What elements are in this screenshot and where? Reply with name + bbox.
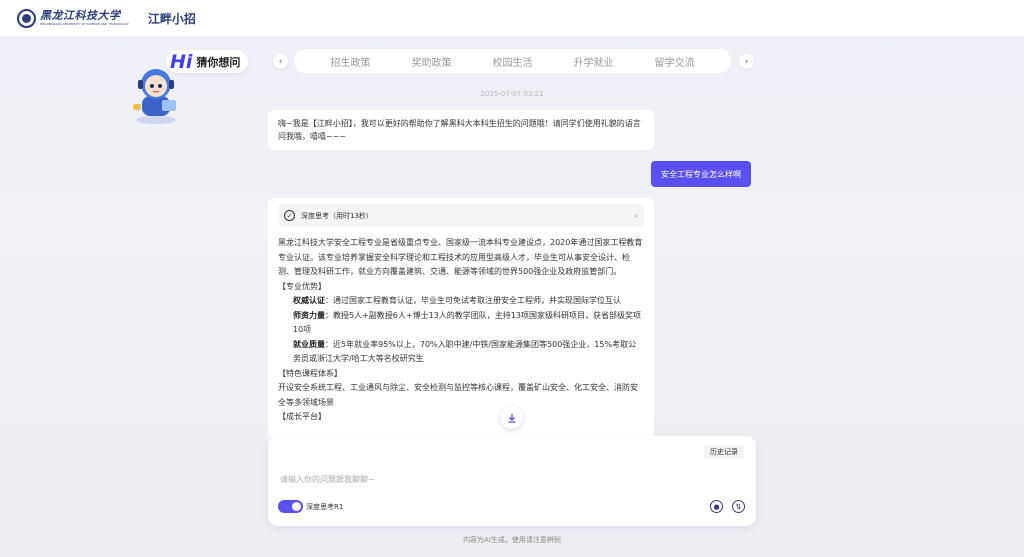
check-circle-icon: ✓: [284, 210, 295, 221]
guess-you-ask-badge: Hi 猜你想问: [166, 50, 249, 73]
courses-text: 开设安全系统工程、工业通风与除尘、安全检测与监控等核心课程，覆盖矿山安全、化工安…: [278, 383, 638, 407]
tab-next-button[interactable]: ›: [739, 54, 754, 69]
list-item: 师资力量：教授5人+副教授6人+博士13人的教学团队，主持13项国家级科研项目，…: [293, 310, 641, 335]
logo-cn: 黑龙江科技大学: [40, 9, 121, 22]
toggle-label: 深度思考R1: [306, 502, 344, 511]
chevron-right-icon: ›: [634, 211, 638, 220]
chevron-left-icon: ‹: [278, 56, 283, 67]
history-button[interactable]: 历史记录: [704, 445, 744, 459]
deep-think-switch[interactable]: 深度思考R1: [278, 500, 343, 513]
guess-label: 猜你想问: [196, 55, 241, 69]
tab-prev-button[interactable]: ‹: [273, 54, 288, 69]
microphone-icon: ●: [713, 502, 720, 511]
chat-input-card: 历史记录 深度思考R1 ● ⇅: [268, 436, 756, 526]
send-arrow-icon: ⇅: [735, 502, 742, 511]
list-item: 权威认证：通过国家工程教育认证，毕业生可免试考取注册安全工程师，并实现国际学位互…: [293, 296, 621, 305]
voice-button[interactable]: ●: [710, 500, 723, 513]
section-heading: 【特色课程体系】: [278, 368, 342, 378]
bot-answer-card: ✓ 深度思考（用时13秒） › 黑龙江科技大学安全工程专业是省级重点专业、国家级…: [268, 198, 654, 438]
bot-greeting-bubble: 嗨~我是【江畔小招】，我可以更好的帮助你了解黑科大本科生招生的问题哦！请同学们使…: [268, 110, 654, 150]
tab-study-abroad[interactable]: 留学交流: [655, 54, 695, 69]
ai-disclaimer: 内容为AI生成，使用请注意辨别: [463, 536, 561, 544]
section-heading: 【成长平台】: [278, 412, 326, 421]
thinking-label: 深度思考（用时13秒）: [301, 211, 373, 220]
tab-scholarship-policy[interactable]: 奖助政策: [412, 54, 452, 69]
user-question-bubble: 安全工程专业怎么样啊: [651, 161, 751, 187]
toggle-switch[interactable]: [278, 500, 303, 513]
tab-career[interactable]: 升学就业: [574, 54, 614, 69]
logo-en: HEILONGJIANG UNIVERSITY OF SCIENCE AND T…: [40, 22, 129, 26]
university-logo[interactable]: 黑龙江科技大学 HEILONGJIANG UNIVERSITY OF SCIEN…: [40, 9, 129, 27]
chevron-right-icon: ›: [744, 56, 749, 67]
list-item: 就业质量：近5年就业率95%以上，70%入职中建/中铁/国家能源集团等500强企…: [293, 339, 637, 364]
hi-text: Hi: [170, 50, 193, 73]
download-arrow-icon: [508, 413, 515, 423]
chat-input[interactable]: [280, 472, 740, 486]
section-heading: 【专业优势】: [278, 281, 326, 291]
send-button[interactable]: ⇅: [732, 500, 745, 513]
answer-text: 黑龙江科技大学安全工程专业是省级重点专业、国家级一流本科专业建设点，2020年通…: [278, 236, 644, 425]
topic-tabbar: 招生政策 奖助政策 校园生活 升学就业 留学交流: [294, 49, 731, 73]
university-seal-icon: [17, 8, 36, 28]
tab-admission-policy[interactable]: 招生政策: [331, 54, 371, 69]
deep-thinking-toggle[interactable]: ✓ 深度思考（用时13秒） ›: [278, 204, 644, 227]
chat-timestamp: 2025-07-07 03:21: [480, 90, 544, 98]
answer-intro: 黑龙江科技大学安全工程专业是省级重点专业、国家级一流本科专业建设点，2020年通…: [278, 238, 643, 276]
brand-title: 江畔小招: [147, 11, 196, 26]
scroll-to-bottom-button[interactable]: [500, 406, 523, 429]
tab-campus-life[interactable]: 校园生活: [493, 54, 533, 69]
top-bar: 黑龙江科技大学 HEILONGJIANG UNIVERSITY OF SCIEN…: [0, 0, 1024, 36]
